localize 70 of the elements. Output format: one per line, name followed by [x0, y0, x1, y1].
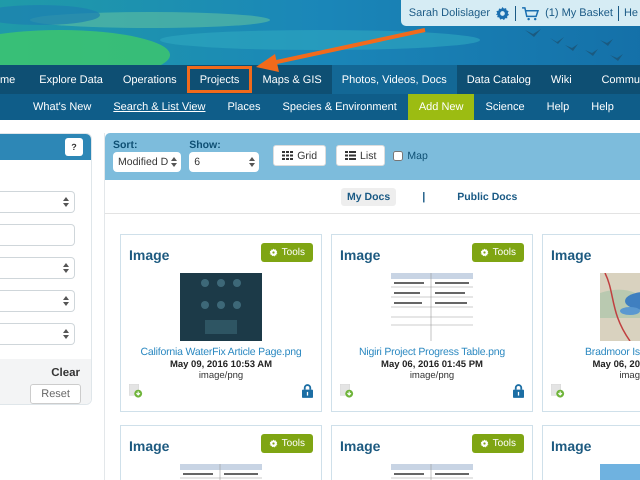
sort-arrows-icon: [63, 329, 69, 339]
settings-icon[interactable]: [495, 6, 510, 20]
sort-arrows-icon: [171, 157, 178, 167]
basket-link[interactable]: (1) My Basket: [545, 7, 613, 19]
modified-date: May 09, 2016 10:53 AM: [170, 359, 272, 370]
file-name-link[interactable]: Nigiri Project Progress Table.png: [358, 346, 506, 358]
filter-dropdown[interactable]: [0, 257, 75, 279]
view-button[interactable]: Grid: [273, 145, 326, 166]
nav-tab[interactable]: Commu: [595, 65, 640, 94]
map-checkbox[interactable]: [393, 151, 404, 161]
clear-label[interactable]: Clear: [51, 367, 80, 379]
grid-icon: [282, 151, 294, 160]
view-button[interactable]: List: [336, 145, 386, 166]
filter-dropdown[interactable]: [0, 191, 75, 213]
gear-icon: [268, 248, 278, 257]
file-name-link[interactable]: Bradmoor Is: [585, 346, 640, 358]
show-label: Show:: [189, 139, 222, 151]
show-dropdown[interactable]: 6: [189, 152, 260, 172]
docs-tab[interactable]: Public Docs: [451, 188, 524, 206]
card-title: Image: [551, 247, 592, 263]
nav-tab[interactable]: Data Catalog: [456, 65, 541, 94]
map-label: Map: [407, 150, 428, 162]
help-button[interactable]: ?: [65, 138, 83, 156]
card-title: Image: [340, 438, 380, 454]
filter-dropdown[interactable]: [0, 290, 75, 312]
modified-date: May 06, 20: [592, 359, 640, 370]
user-name[interactable]: Sarah Dolislager: [408, 7, 490, 19]
card-title: Image: [340, 247, 380, 263]
card-title: Image: [129, 247, 170, 263]
file-name-link[interactable]: California WaterFix Article Page.png: [140, 346, 302, 358]
download-icon[interactable]: [129, 384, 143, 398]
modified-date: May 06, 2016 01:45 PM: [381, 359, 483, 370]
nav-tab[interactable]: Projects: [186, 66, 252, 93]
sort-arrows-icon: [63, 263, 69, 273]
nav-tab[interactable]: Wiki: [540, 65, 582, 94]
cart-icon[interactable]: [521, 6, 540, 20]
list-icon: [345, 151, 356, 160]
filter-dropdown[interactable]: [0, 323, 75, 345]
nav-tab[interactable]: Explore Data: [29, 65, 113, 94]
subnav-link[interactable]: Search & List View: [102, 94, 216, 120]
download-icon[interactable]: [551, 384, 565, 398]
gear-icon: [480, 439, 489, 448]
gear-icon: [268, 439, 278, 448]
file-type: image/png: [198, 370, 244, 381]
subnav-link[interactable]: Places: [216, 94, 272, 120]
sort-dropdown[interactable]: Modified D: [113, 152, 182, 172]
subnav-link[interactable]: Help: [536, 94, 580, 120]
subnav-link[interactable]: What's New: [22, 94, 102, 120]
sort-arrows-icon: [249, 157, 256, 167]
sort-arrows-icon: [63, 197, 69, 207]
download-icon[interactable]: [340, 384, 354, 398]
gear-icon: [480, 248, 489, 257]
header-link[interactable]: He: [624, 7, 638, 19]
nav-tab[interactable]: Maps & GIS: [252, 65, 332, 94]
subnav-link[interactable]: Species & Environment: [272, 94, 408, 120]
card-title: Image: [551, 438, 592, 454]
file-type: image/png: [410, 370, 454, 381]
subnav-link[interactable]: Help: [580, 94, 625, 120]
nav-tab[interactable]: me: [0, 65, 30, 94]
nav-tab[interactable]: Photos, Videos, Docs: [332, 65, 457, 94]
sort-label: Sort:: [113, 139, 138, 151]
filter-input[interactable]: [0, 224, 75, 246]
nav-tab[interactable]: Operations: [112, 65, 187, 94]
reset-button[interactable]: Reset: [30, 384, 81, 404]
sort-arrows-icon: [63, 296, 69, 306]
card-title: Image: [129, 438, 170, 454]
file-type: imag: [619, 370, 640, 381]
subnav-link[interactable]: Science: [474, 94, 536, 120]
docs-tab[interactable]: My Docs: [341, 188, 396, 206]
tab-separator: |: [422, 190, 426, 202]
